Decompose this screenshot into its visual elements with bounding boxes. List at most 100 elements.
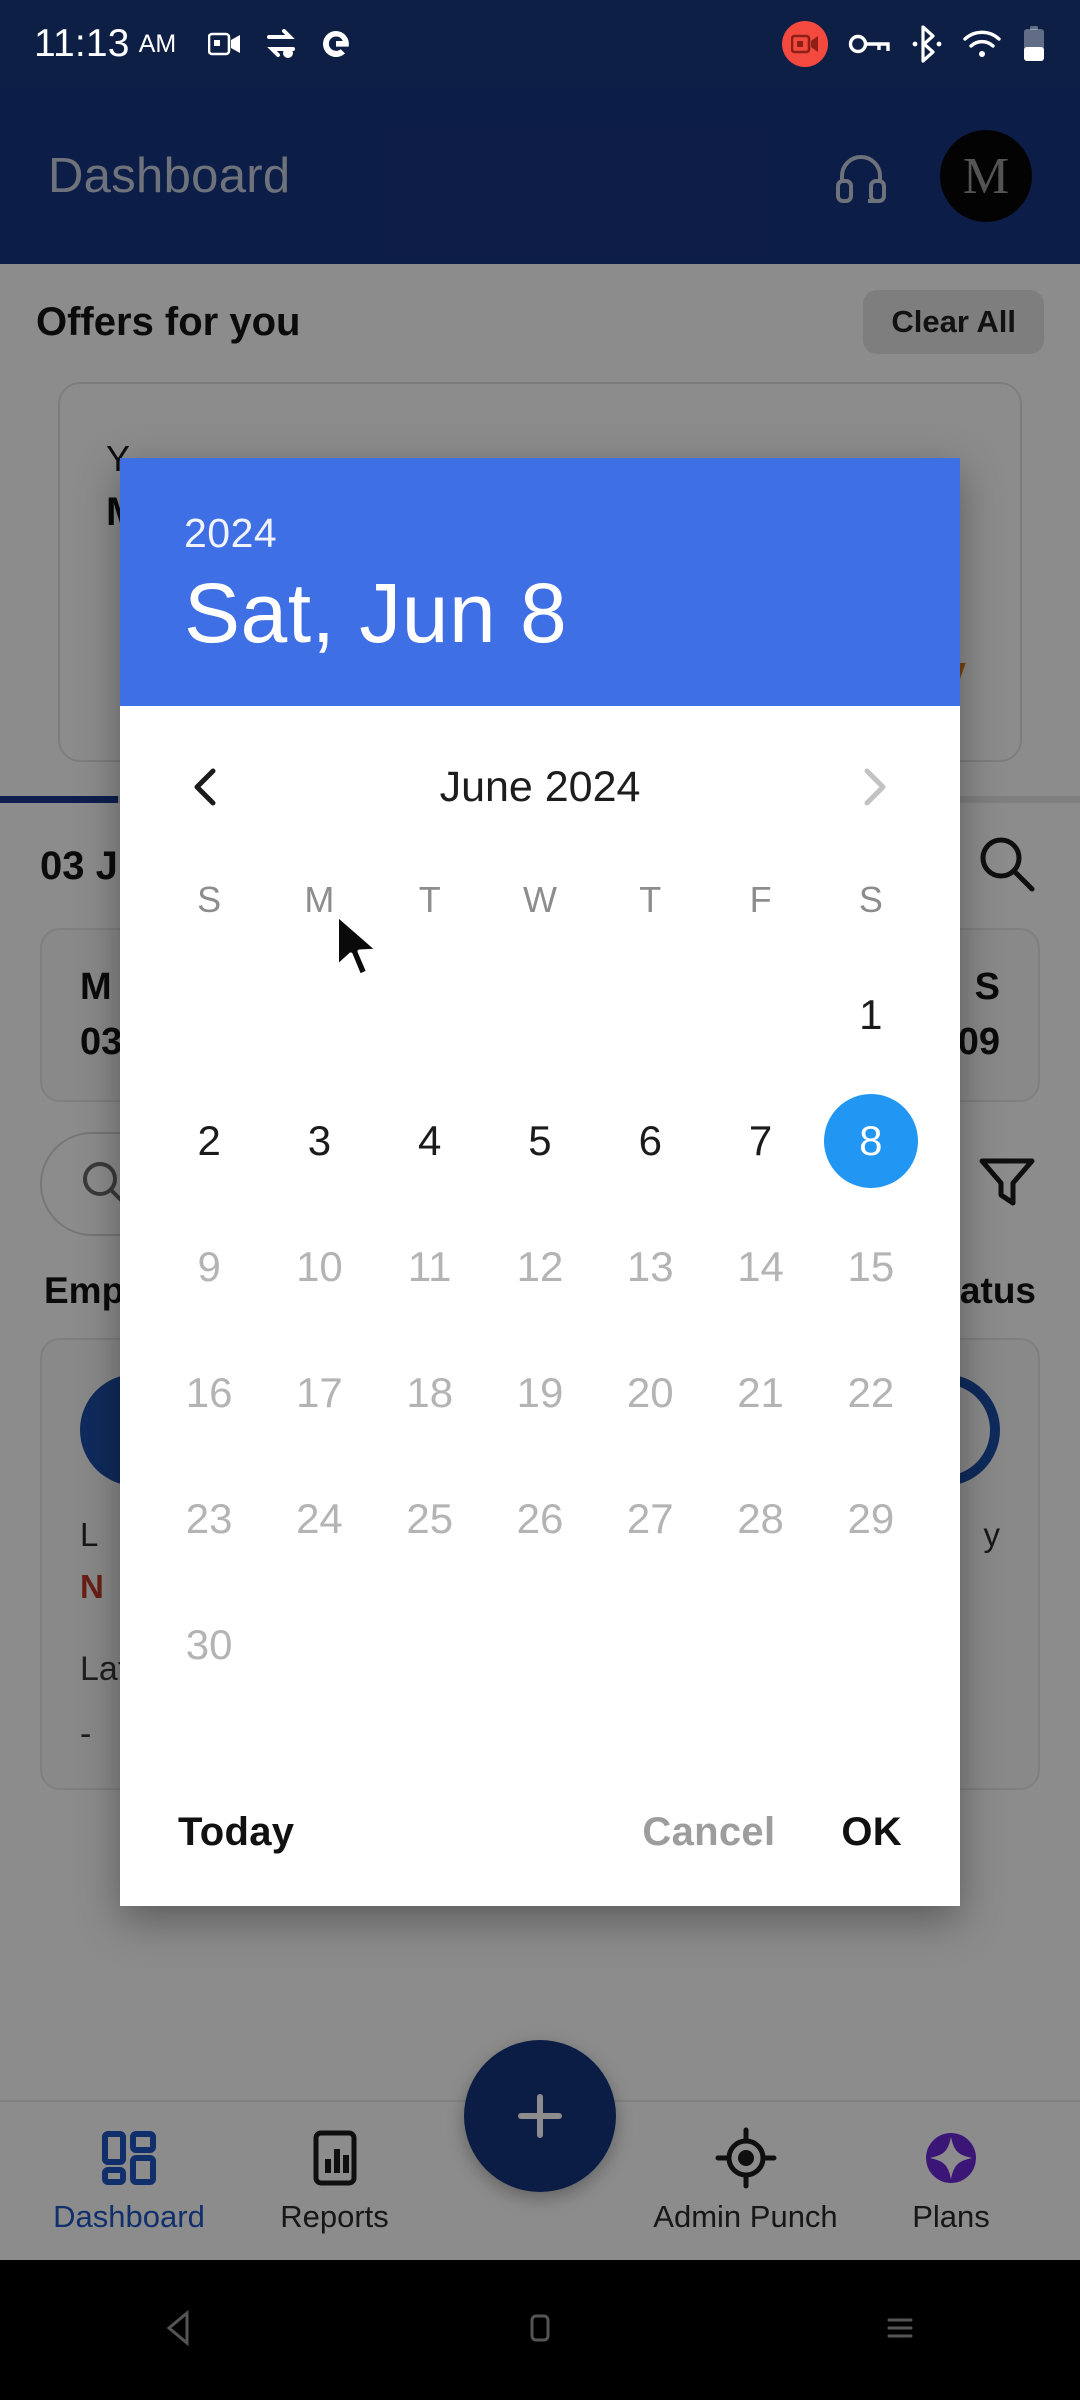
date-picker-dialog: 2024 Sat, Jun 8 June 2024 SMTWTFS 123456…: [120, 458, 960, 1906]
calendar-day-label: 28: [737, 1495, 784, 1542]
date-picker-body: June 2024 SMTWTFS 1 2 3 4 5 6 7 8 9 10 11 12 13 14 15 1…: [120, 706, 960, 1758]
calendar-day-15: 15: [816, 1204, 926, 1330]
calendar-day-label: 6: [638, 1117, 662, 1164]
back-triangle-icon[interactable]: [155, 2303, 205, 2358]
calendar-day-label: 21: [737, 1369, 784, 1416]
weekday-header: T: [639, 879, 662, 920]
calendar-day-17: 17: [264, 1330, 374, 1456]
calendar-day-label: 23: [185, 1495, 233, 1542]
date-picker-selected-date[interactable]: Sat, Jun 8: [184, 565, 896, 662]
calendar-day-9: 9: [154, 1204, 264, 1330]
calendar-day-label: 17: [296, 1369, 343, 1416]
status-bar-ampm: AM: [138, 29, 177, 58]
calendar-day-label: 18: [406, 1369, 454, 1416]
calendar-day-label: 25: [406, 1495, 454, 1542]
calendar-day-label: 29: [847, 1495, 895, 1542]
weekday-header: S: [197, 879, 222, 920]
calendar-day-28: 28: [705, 1456, 815, 1582]
calendar-day-3[interactable]: 3: [264, 1078, 374, 1204]
calendar-day-label: 27: [626, 1495, 674, 1542]
calendar-day-label: 13: [626, 1243, 674, 1290]
home-square-icon[interactable]: [515, 2303, 565, 2358]
calendar-day-label: 2: [197, 1117, 221, 1164]
date-picker-year[interactable]: 2024: [184, 510, 896, 557]
calendar-day-20: 20: [595, 1330, 705, 1456]
android-nav-bar: [0, 2260, 1080, 2400]
calendar-day-27: 27: [595, 1456, 705, 1582]
calendar-day-13: 13: [595, 1204, 705, 1330]
calendar-day-label: 7: [748, 1117, 773, 1164]
calendar-day-1[interactable]: 1: [816, 952, 926, 1078]
calendar-day-label: 19: [516, 1369, 564, 1416]
calendar-cell-empty: [595, 952, 705, 1078]
chevron-left-icon[interactable]: [176, 756, 238, 818]
calendar-cell-empty: [375, 952, 485, 1078]
calendar-day-16: 16: [154, 1330, 264, 1456]
weekday-header: F: [749, 879, 772, 920]
calendar-day-25: 25: [375, 1456, 485, 1582]
calendar-day-2[interactable]: 2: [154, 1078, 264, 1204]
date-picker-footer: Today Cancel OK: [120, 1758, 960, 1906]
calendar-day-11: 11: [375, 1204, 485, 1330]
vpn-sync-icon: [267, 29, 296, 58]
bluetooth-icon: [912, 25, 942, 63]
cancel-button[interactable]: Cancel: [642, 1810, 775, 1855]
calendar-day-12: 12: [485, 1204, 595, 1330]
calendar-day-label: 12: [516, 1243, 564, 1290]
weekday-header: M: [304, 879, 335, 920]
video-call-icon: [208, 32, 241, 56]
calendar-day-24: 24: [264, 1456, 374, 1582]
calendar-day-label: 30: [185, 1621, 233, 1668]
calendar-day-label: 22: [847, 1369, 895, 1416]
calendar-day-23: 23: [154, 1456, 264, 1582]
recents-menu-icon[interactable]: [875, 2303, 925, 2358]
status-bar-time: 11:13: [34, 22, 130, 65]
calendar-day-label: 5: [528, 1117, 552, 1164]
calendar-cell-empty: [154, 952, 264, 1078]
google-icon: [323, 31, 350, 57]
ok-button[interactable]: OK: [841, 1810, 902, 1855]
wifi-icon: [963, 30, 1001, 57]
calendar-day-label: 9: [197, 1243, 221, 1290]
calendar-day-label: 14: [737, 1243, 784, 1290]
vpn-key-icon: [848, 34, 890, 54]
calendar-day-label: 10: [296, 1243, 343, 1290]
calendar-day-8[interactable]: 8: [816, 1078, 926, 1204]
calendar-day-5[interactable]: 5: [485, 1078, 595, 1204]
date-picker-header: 2024 Sat, Jun 8: [120, 458, 960, 706]
month-label: June 2024: [439, 762, 641, 811]
screen-record-icon: [782, 21, 828, 67]
weekday-header: W: [523, 879, 557, 920]
calendar-day-18: 18: [375, 1330, 485, 1456]
chevron-right-icon[interactable]: [842, 756, 904, 818]
month-navigation: June 2024: [154, 728, 926, 846]
calendar-day-label: 1: [859, 991, 883, 1038]
calendar-day-26: 26: [485, 1456, 595, 1582]
calendar-day-label: 15: [847, 1243, 895, 1290]
calendar-day-14: 14: [705, 1204, 815, 1330]
today-button[interactable]: Today: [178, 1810, 294, 1855]
calendar-day-label: 11: [407, 1243, 452, 1290]
calendar-day-4[interactable]: 4: [375, 1078, 485, 1204]
calendar-day-label: 20: [626, 1369, 674, 1416]
calendar-day-22: 22: [816, 1330, 926, 1456]
weekday-header: T: [418, 879, 441, 920]
calendar-grid: 1 2 3 4 5 6 7 8 9 10 11 12 13 14 15 16 17 18 19 20 21 22 23 24 2…: [154, 952, 926, 1708]
calendar-day-6[interactable]: 6: [595, 1078, 705, 1204]
calendar-day-label: 24: [296, 1495, 343, 1542]
weekday-header-row: SMTWTFS: [154, 864, 926, 936]
status-bar: 11:13 AM: [0, 0, 1080, 88]
calendar-day-label: 26: [516, 1495, 564, 1542]
weekday-header: S: [858, 879, 883, 920]
calendar-day-19: 19: [485, 1330, 595, 1456]
calendar-cell-empty: [264, 952, 374, 1078]
calendar-cell-empty: [485, 952, 595, 1078]
calendar-day-7[interactable]: 7: [705, 1078, 815, 1204]
calendar-cell-empty: [705, 952, 815, 1078]
calendar-day-label: 16: [185, 1369, 233, 1416]
calendar-day-21: 21: [705, 1330, 815, 1456]
battery-icon: [1024, 26, 1044, 61]
calendar-day-label: 3: [307, 1117, 332, 1164]
calendar-day-29: 29: [816, 1456, 926, 1582]
calendar-day-label: 8: [823, 1094, 918, 1188]
